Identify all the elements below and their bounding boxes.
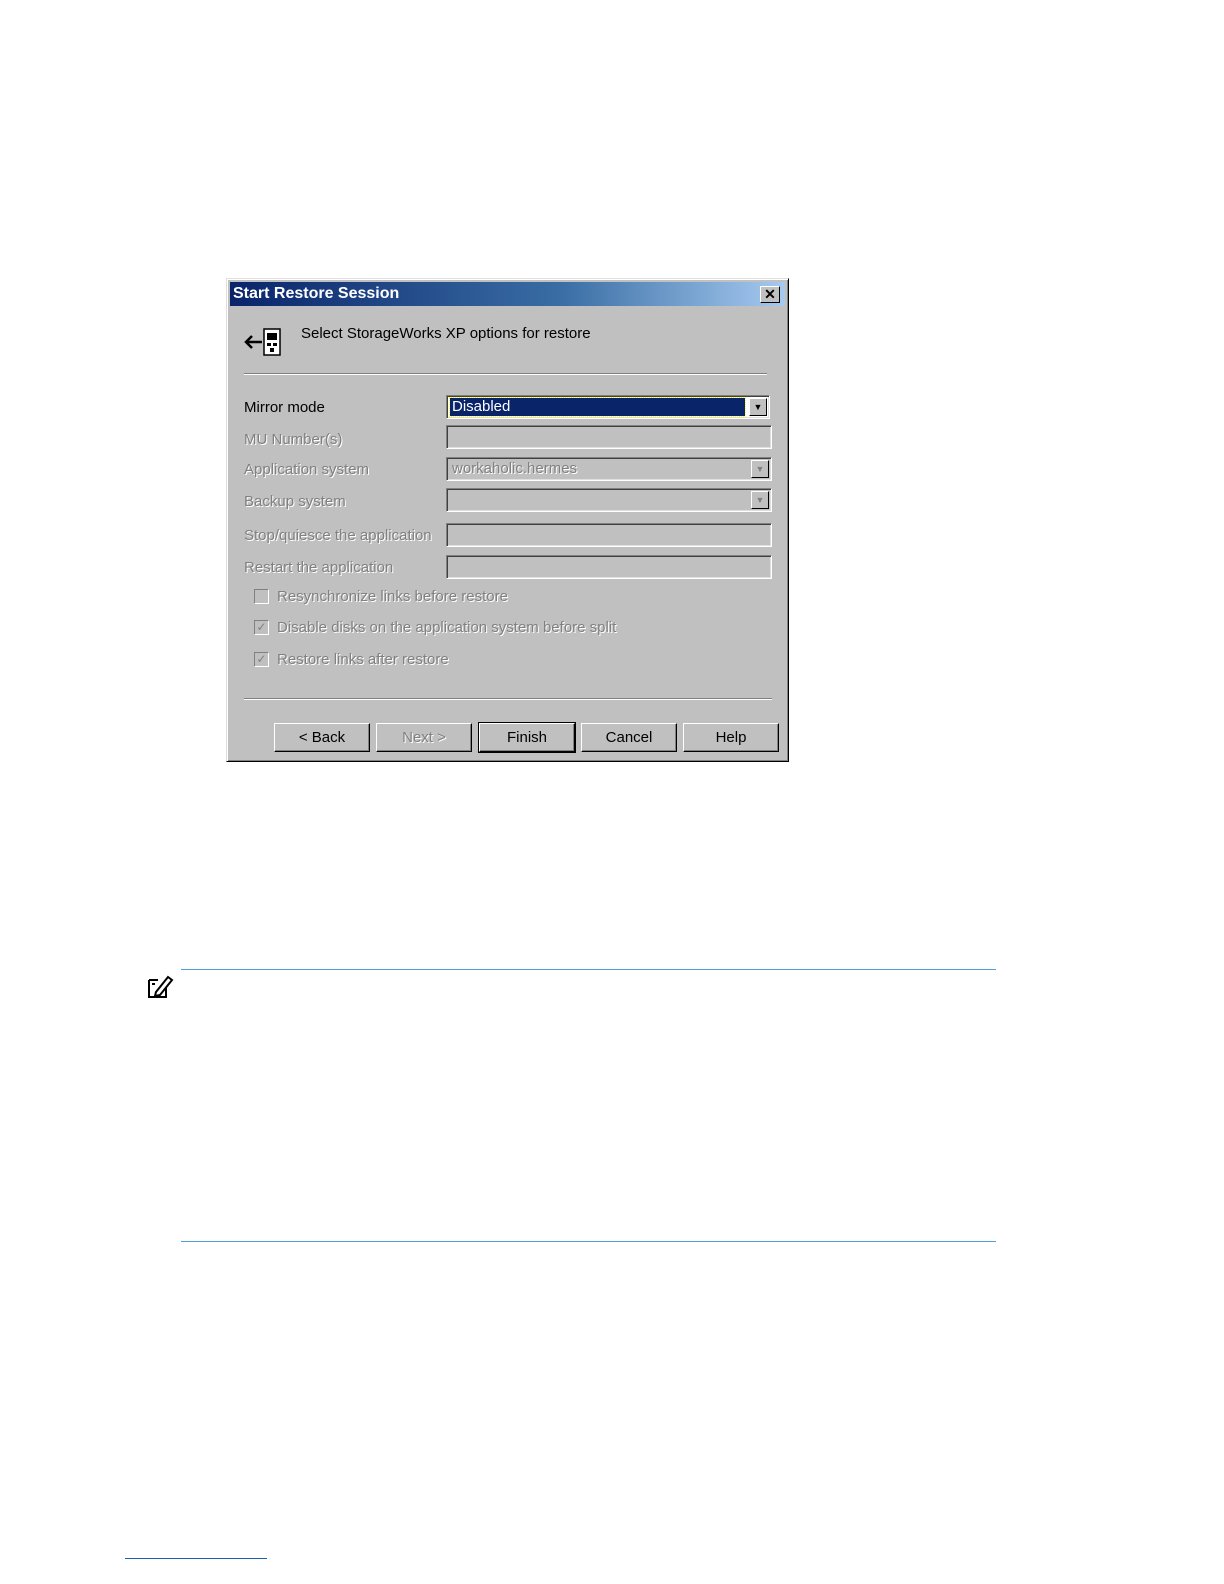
dialog-instruction: Select StorageWorks XP options for resto…	[301, 325, 591, 342]
resync-links-label: Resynchronize links before restore	[277, 588, 508, 605]
backup-system-label: Backup system	[244, 493, 346, 510]
dialog-title: Start Restore Session	[233, 285, 400, 302]
next-button[interactable]: Next >	[376, 723, 472, 752]
back-button[interactable]: < Back	[274, 723, 370, 752]
application-system-label: Application system	[244, 461, 370, 478]
chevron-down-icon[interactable]: ▼	[749, 398, 767, 416]
close-icon: ✕	[764, 286, 776, 302]
mu-numbers-value	[450, 428, 454, 446]
finish-button[interactable]: Finish	[478, 722, 576, 753]
disable-disks-checkbox[interactable]: ✓	[254, 620, 269, 635]
header-divider	[244, 373, 767, 375]
mirror-mode-select[interactable]: Disabled ▼	[446, 395, 770, 419]
mirror-mode-label: Mirror mode	[244, 399, 325, 416]
start-restore-session-dialog: Start Restore Session ✕ Select StorageWo…	[226, 278, 789, 762]
important-note-icon	[148, 975, 174, 998]
stop-quiesce-label: Stop/quiesce the application	[244, 527, 432, 544]
footer-divider	[244, 698, 772, 700]
resync-links-checkbox[interactable]	[254, 589, 269, 604]
restore-links-checkbox[interactable]: ✓	[254, 652, 269, 667]
application-system-value: workaholic.hermes	[452, 460, 578, 477]
dialog-titlebar[interactable]: Start Restore Session ✕	[230, 282, 785, 306]
stop-quiesce-input[interactable]	[446, 523, 772, 547]
chevron-down-icon[interactable]: ▼	[751, 491, 769, 509]
disable-disks-label: Disable disks on the application system …	[277, 619, 617, 636]
restart-app-label: Restart the application	[244, 559, 394, 576]
chevron-down-icon[interactable]: ▼	[751, 460, 769, 478]
mu-numbers-label: MU Number(s)	[244, 431, 343, 448]
footnote-separator	[125, 1558, 267, 1559]
mirror-mode-value: Disabled	[449, 397, 746, 417]
close-button[interactable]: ✕	[760, 286, 780, 303]
restart-app-input[interactable]	[446, 555, 772, 579]
cancel-button[interactable]: Cancel	[581, 723, 677, 752]
important-note-top-rule	[181, 969, 996, 970]
restore-links-label: Restore links after restore	[277, 651, 449, 668]
backup-system-value	[450, 491, 454, 509]
backup-system-select[interactable]: ▼	[446, 488, 772, 512]
help-button[interactable]: Help	[683, 723, 779, 752]
stop-quiesce-value	[450, 526, 454, 544]
important-note-bottom-rule	[181, 1241, 996, 1242]
restart-app-value	[450, 558, 454, 576]
mu-numbers-input[interactable]	[446, 425, 772, 449]
application-system-select[interactable]: workaholic.hermes ▼	[446, 457, 772, 481]
restore-arrow-icon	[244, 328, 281, 356]
